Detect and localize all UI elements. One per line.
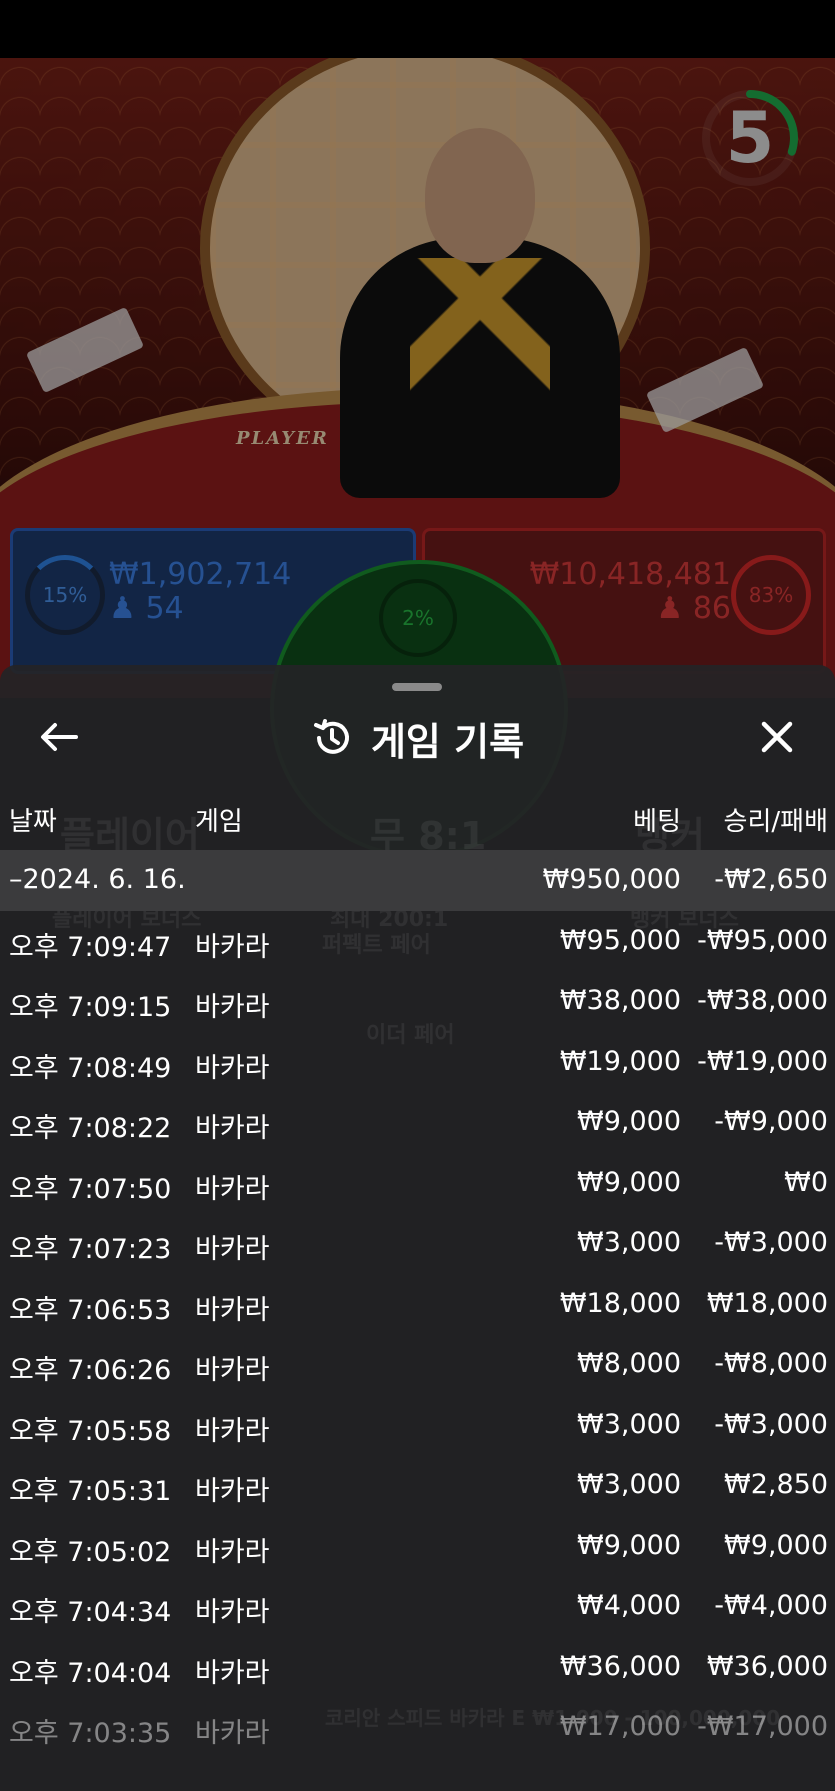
row-result: -₩3,000 — [714, 1408, 828, 1440]
row-game: 바카라 — [195, 1536, 270, 1568]
history-row[interactable]: 오후 7:07:50 바카라 ₩9,000 ₩0 — [0, 1153, 835, 1214]
sheet-title: 게임 기록 — [370, 719, 525, 764]
history-row[interactable]: 오후 7:07:23 바카라 ₩3,000 -₩3,000 — [0, 1213, 835, 1274]
column-header-game: 게임 — [195, 807, 243, 837]
row-result: -₩3,000 — [714, 1227, 828, 1258]
row-result: -₩9,000 — [714, 1106, 828, 1137]
row-game: 바카라 — [195, 992, 270, 1023]
row-bet: ₩9,000 — [577, 1166, 681, 1198]
row-time: 오후 7:05:02 — [9, 1536, 172, 1568]
history-list: –2024. 6. 16. ₩950,000 -₩2,650 오후 7:09:4… — [0, 850, 835, 1758]
row-time: 오후 7:04:04 — [9, 1657, 172, 1689]
row-bet: ₩9,000 — [577, 1106, 681, 1137]
row-game: 바카라 — [195, 1052, 270, 1084]
date-group-label: –2024. 6. 16. — [9, 864, 186, 895]
sheet-header: 게임 기록 — [0, 710, 835, 766]
column-header-result: 승리/패배 — [723, 807, 828, 837]
row-bet: ₩38,000 — [559, 985, 681, 1016]
row-result: ₩9,000 — [724, 1529, 828, 1561]
game-history-sheet: 플레이어 무 8:1 뱅커 플레이어 보너스 최대 200:1 퍼펙트 페어 뱅… — [0, 665, 835, 1791]
history-row[interactable]: 오후 7:06:26 바카라 ₩8,000 -₩8,000 — [0, 1334, 835, 1395]
row-game: 바카라 — [195, 1173, 270, 1205]
history-row[interactable]: 오후 7:04:34 바카라 ₩4,000 -₩4,000 — [0, 1576, 835, 1637]
row-bet: ₩19,000 — [559, 1045, 681, 1077]
history-row[interactable]: 오후 7:08:49 바카라 ₩19,000 -₩19,000 — [0, 1032, 835, 1093]
row-game: 바카라 — [195, 1355, 270, 1386]
drag-handle[interactable] — [392, 683, 442, 691]
row-result: -₩8,000 — [714, 1348, 828, 1379]
row-result: -₩95,000 — [697, 924, 828, 956]
row-game: 바카라 — [195, 931, 270, 963]
row-time: 오후 7:08:22 — [9, 1113, 172, 1144]
date-group-result-total: -₩2,650 — [714, 864, 828, 895]
row-result: -₩38,000 — [697, 985, 828, 1016]
row-time: 오후 7:05:31 — [9, 1476, 172, 1507]
history-icon — [313, 719, 349, 754]
row-bet: ₩8,000 — [577, 1348, 681, 1379]
row-result: -₩17,000 — [697, 1711, 828, 1742]
row-bet: ₩18,000 — [559, 1287, 681, 1319]
row-game: 바카라 — [195, 1113, 270, 1144]
row-game: 바카라 — [195, 1597, 270, 1628]
row-bet: ₩3,000 — [577, 1227, 681, 1258]
column-header-bet: 베팅 — [633, 807, 681, 837]
row-time: 오후 7:04:34 — [9, 1597, 172, 1628]
row-result: -₩4,000 — [714, 1590, 828, 1621]
column-header-date: 날짜 — [9, 807, 57, 837]
row-time: 오후 7:06:53 — [9, 1294, 172, 1326]
row-result: ₩2,850 — [724, 1469, 828, 1500]
row-game: 바카라 — [195, 1657, 270, 1689]
row-result: ₩0 — [784, 1166, 828, 1198]
row-result: -₩19,000 — [697, 1045, 828, 1077]
row-time: 오후 7:07:23 — [9, 1234, 172, 1265]
history-row[interactable]: 오후 7:05:02 바카라 ₩9,000 ₩9,000 — [0, 1516, 835, 1577]
date-group-bet-total: ₩950,000 — [542, 864, 681, 895]
status-bar — [0, 0, 835, 58]
row-bet: ₩3,000 — [577, 1408, 681, 1440]
row-game: 바카라 — [195, 1234, 270, 1265]
row-time: 오후 7:09:47 — [9, 931, 172, 963]
close-icon — [761, 721, 793, 753]
row-result: ₩36,000 — [706, 1650, 828, 1682]
history-row[interactable]: 오후 7:03:35 바카라 ₩17,000 -₩17,000 — [0, 1697, 835, 1758]
row-game: 바카라 — [195, 1294, 270, 1326]
row-time: 오후 7:09:15 — [9, 992, 172, 1023]
row-time: 오후 7:03:35 — [9, 1718, 172, 1749]
history-row[interactable]: 오후 7:06:53 바카라 ₩18,000 ₩18,000 — [0, 1274, 835, 1335]
row-bet: ₩3,000 — [577, 1469, 681, 1500]
row-time: 오후 7:06:26 — [9, 1355, 172, 1386]
row-result: ₩18,000 — [706, 1287, 828, 1319]
history-row[interactable]: 오후 7:08:22 바카라 ₩9,000 -₩9,000 — [0, 1092, 835, 1153]
row-bet: ₩9,000 — [577, 1529, 681, 1561]
row-bet: ₩17,000 — [559, 1711, 681, 1742]
row-bet: ₩4,000 — [577, 1590, 681, 1621]
history-row[interactable]: 오후 7:04:04 바카라 ₩36,000 ₩36,000 — [0, 1637, 835, 1698]
close-button[interactable] — [752, 712, 802, 762]
row-game: 바카라 — [195, 1476, 270, 1507]
history-row[interactable]: 오후 7:05:58 바카라 ₩3,000 -₩3,000 — [0, 1395, 835, 1456]
row-bet: ₩36,000 — [559, 1650, 681, 1682]
row-bet: ₩95,000 — [559, 924, 681, 956]
history-row[interactable]: 오후 7:09:47 바카라 ₩95,000 -₩95,000 — [0, 911, 835, 972]
history-row[interactable]: 오후 7:05:31 바카라 ₩3,000 ₩2,850 — [0, 1455, 835, 1516]
row-time: 오후 7:07:50 — [9, 1173, 172, 1205]
row-time: 오후 7:05:58 — [9, 1415, 172, 1447]
date-group-row[interactable]: –2024. 6. 16. ₩950,000 -₩2,650 — [0, 850, 835, 911]
row-game: 바카라 — [195, 1415, 270, 1447]
row-game: 바카라 — [195, 1718, 270, 1749]
history-row[interactable]: 오후 7:09:15 바카라 ₩38,000 -₩38,000 — [0, 971, 835, 1032]
row-time: 오후 7:08:49 — [9, 1052, 172, 1084]
